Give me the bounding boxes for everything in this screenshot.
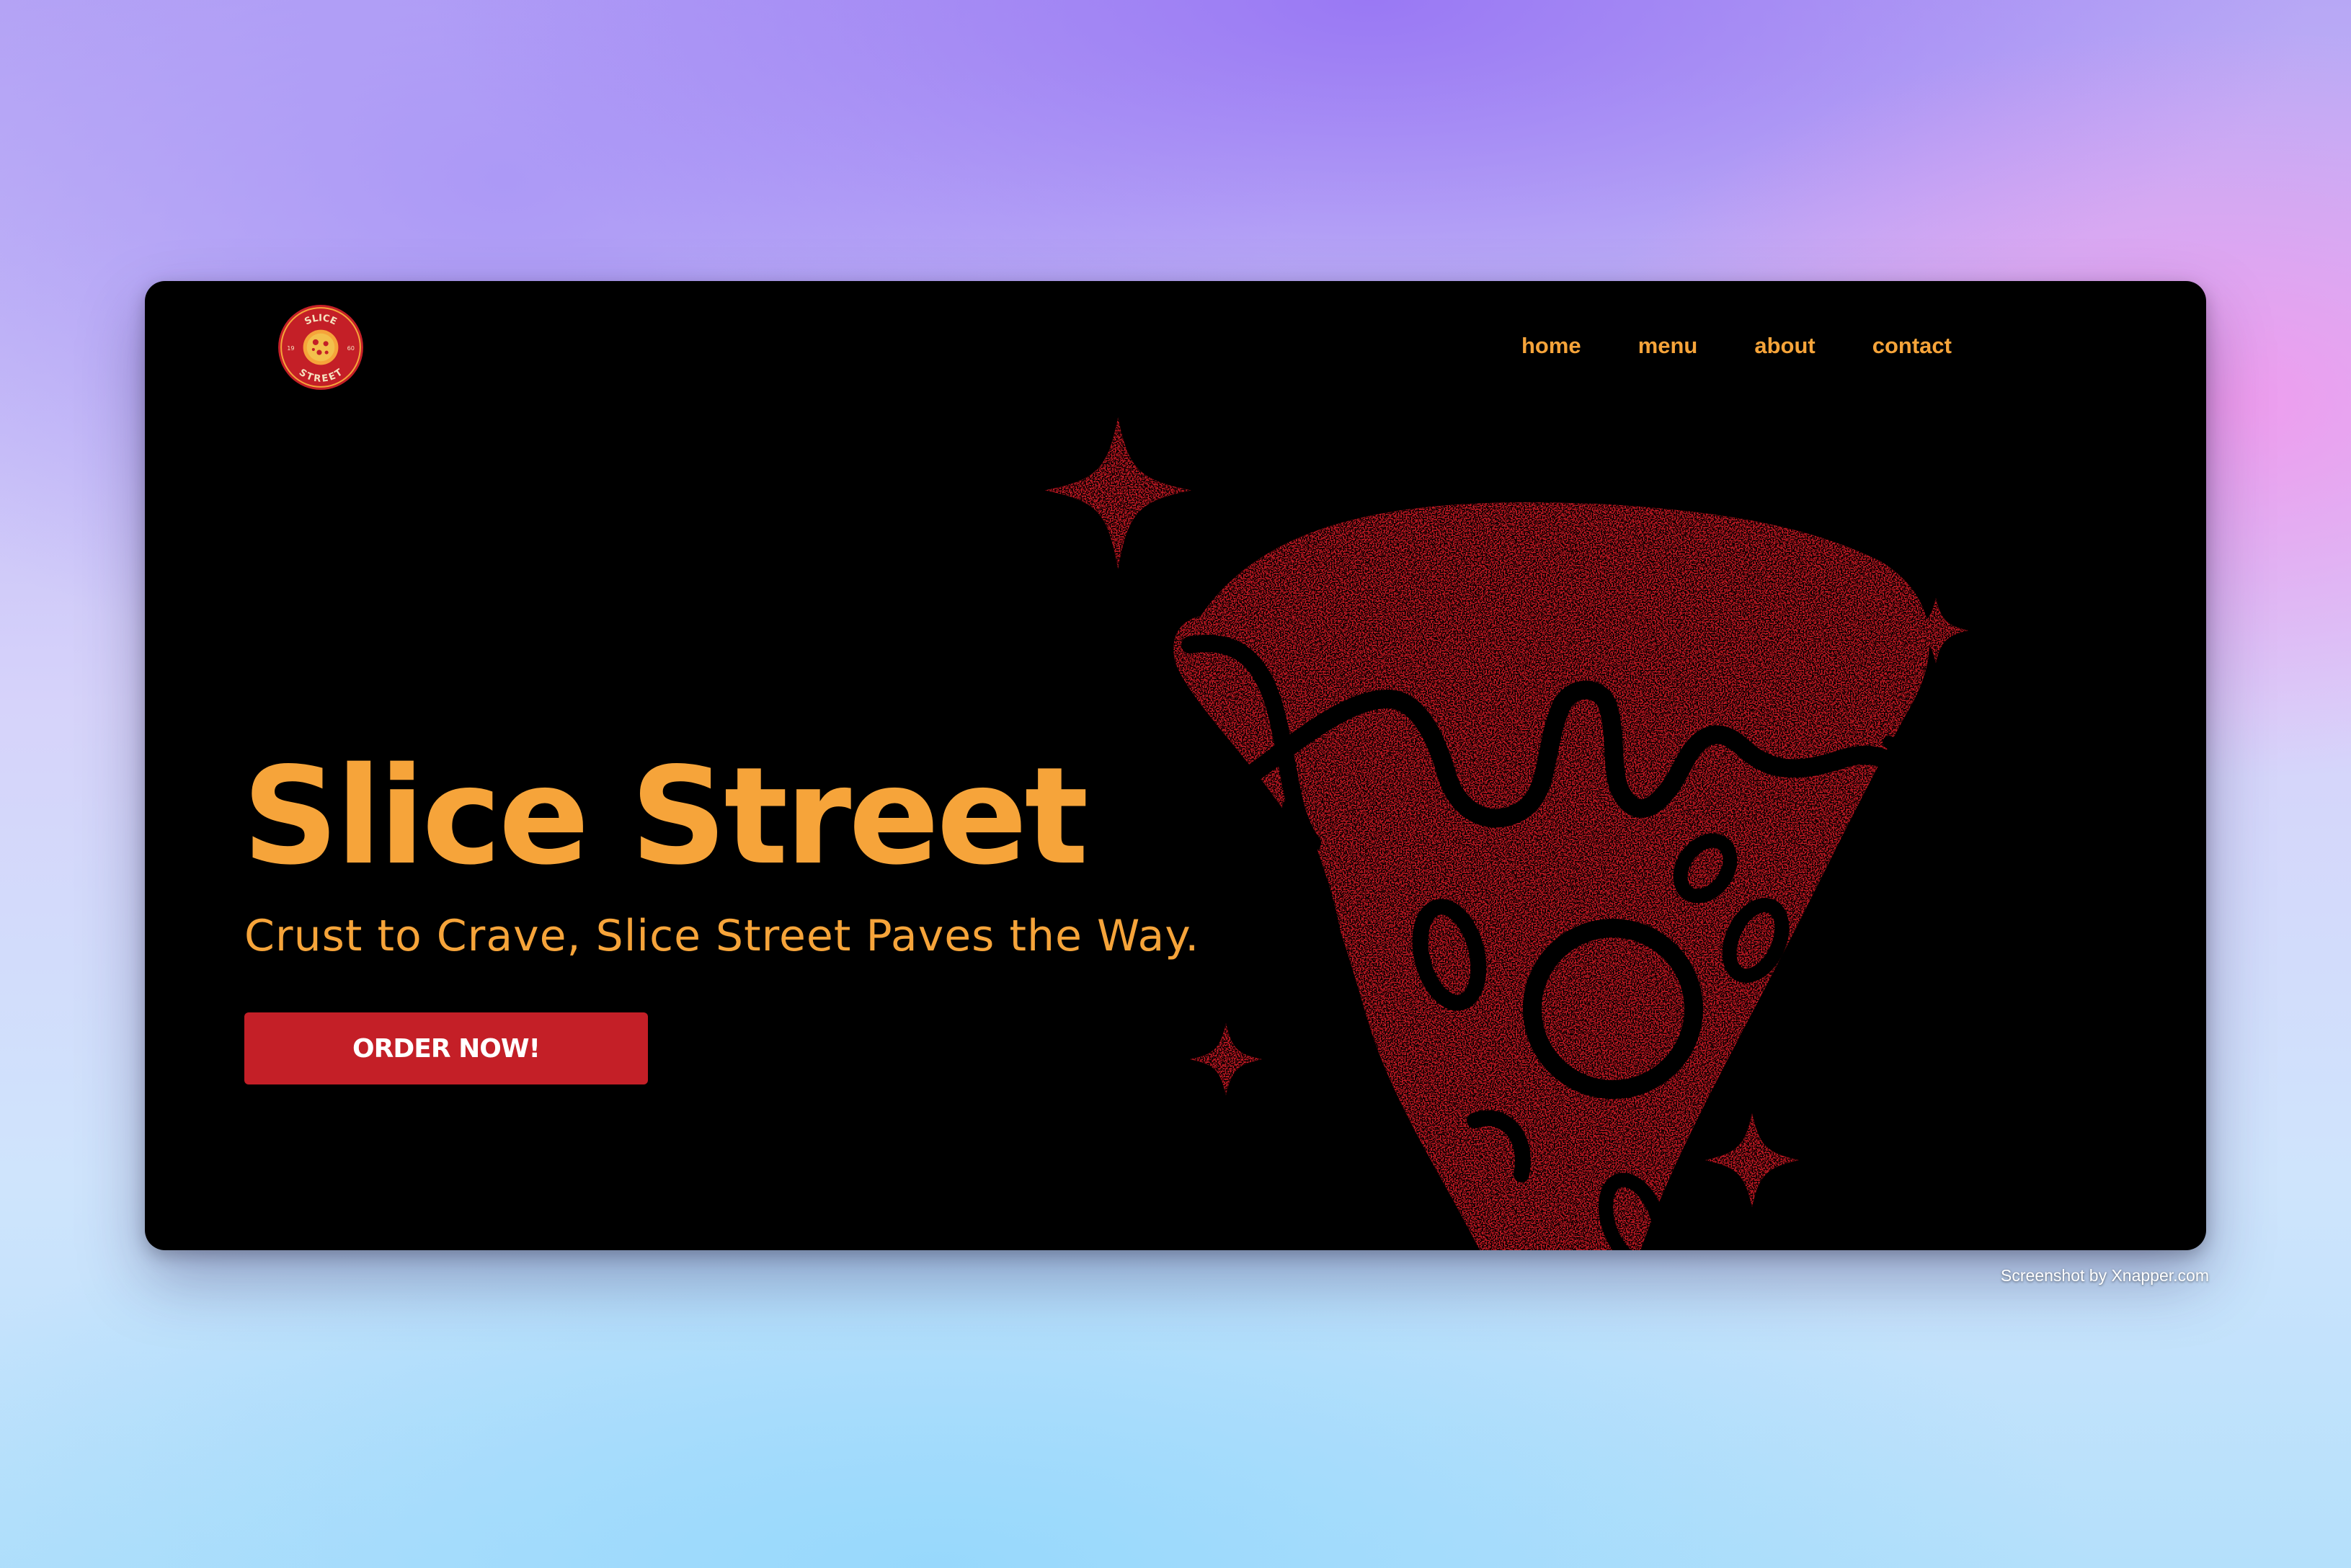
nav-about-link[interactable]: about [1754,331,1815,360]
nav-contact-link[interactable]: contact [1872,331,1952,360]
slice-street-logo[interactable]: SLICE STREET 19 60 [277,303,365,391]
pizza-slice-icon [1173,502,1930,1250]
logo-right-text: 60 [347,344,355,352]
order-now-button[interactable]: ORDER NOW! [244,1012,648,1084]
browser-window: SLICE STREET 19 60 home menu about conta… [145,281,2206,1250]
screenshot-credit: Screenshot by Xnapper.com [2001,1266,2209,1285]
main-nav: home menu about contact [1521,331,1952,360]
logo-left-text: 19 [287,344,294,352]
hero-tagline: Crust to Crave, Slice Street Paves the W… [244,911,1200,961]
nav-menu-link[interactable]: menu [1638,331,1698,360]
hero-title: Slice Street [242,738,1088,894]
pizza-slice-illustration [1044,417,1968,1250]
nav-home-link[interactable]: home [1521,331,1581,360]
